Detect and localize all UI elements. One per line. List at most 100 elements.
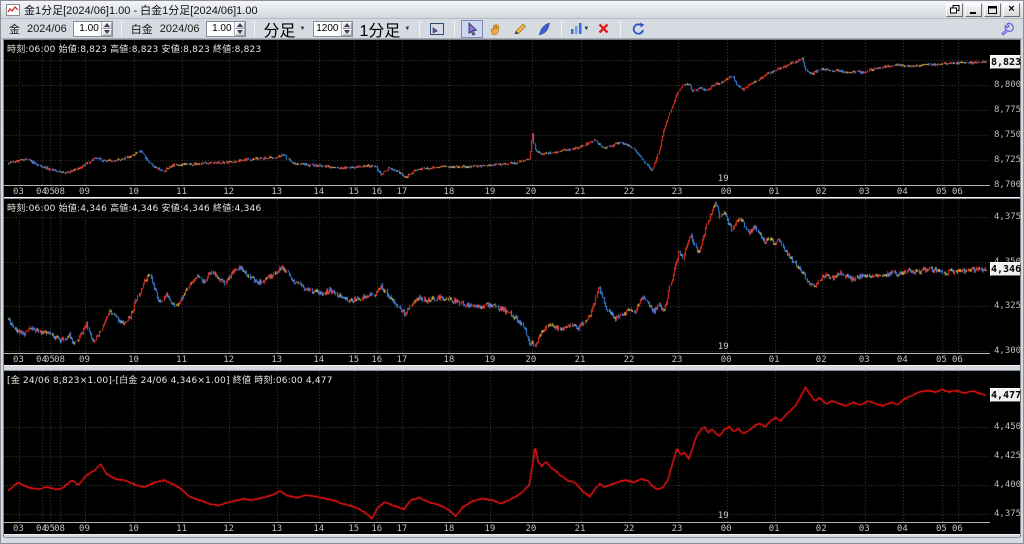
maximize-button[interactable] xyxy=(984,2,1001,17)
gold-current-price-tag: 8,823 xyxy=(990,55,1022,69)
hour-label: 00 xyxy=(720,524,732,534)
hour-label: 08 xyxy=(54,187,65,197)
hour-label: 03 xyxy=(12,355,24,365)
pencil-draw-tool-button[interactable] xyxy=(509,20,531,38)
pen-draw-tool-button[interactable] xyxy=(533,20,555,38)
app-chart-icon xyxy=(6,3,20,16)
toolbar-separator xyxy=(253,20,255,37)
price-tick-label: 4,300 xyxy=(994,346,1022,357)
hour-label: 01 xyxy=(768,187,780,197)
float-window-icon xyxy=(949,5,959,14)
platinum-multiplier-spinner[interactable] xyxy=(205,20,246,37)
close-button[interactable]: × xyxy=(1003,2,1020,17)
pan-hand-icon xyxy=(491,23,500,35)
platinum-multiplier-down-button[interactable] xyxy=(234,28,245,36)
bar-count-down-button[interactable] xyxy=(341,28,352,36)
hour-label: 14 xyxy=(313,355,325,365)
hour-label: 09 xyxy=(79,355,90,365)
gold-contract-month[interactable]: 2024/06 xyxy=(27,23,67,35)
clear-indicator-tool-button[interactable] xyxy=(592,20,614,38)
hour-label: 14 xyxy=(313,187,325,197)
hour-label: 03 xyxy=(858,187,870,197)
hour-label: 11 xyxy=(176,524,187,534)
panel-splitter[interactable] xyxy=(4,534,1020,538)
hour-label: 22 xyxy=(623,355,635,365)
hour-label: 04 xyxy=(896,187,908,197)
price-tick-label: 8,700 xyxy=(994,180,1022,190)
bar-count-input[interactable] xyxy=(313,21,341,36)
settings-wrench-icon xyxy=(1001,22,1014,36)
hour-label: 21 xyxy=(574,187,586,197)
panel-splitter[interactable] xyxy=(4,365,1020,371)
caret-down-icon: ▼ xyxy=(583,25,590,32)
refresh-button[interactable] xyxy=(627,20,649,38)
hour-label: 01 xyxy=(768,355,780,365)
price-tick-label: 4,450 xyxy=(994,421,1022,432)
hour-label: 05 xyxy=(935,187,947,197)
date-change-label: 19 xyxy=(717,342,729,352)
interval-dropdown[interactable]: 1分足 ▼ xyxy=(360,17,411,41)
panel-splitter[interactable] xyxy=(4,197,1020,199)
hour-label: 20 xyxy=(525,355,537,365)
select-cursor-icon xyxy=(468,21,478,35)
hour-label: 00 xyxy=(720,355,732,365)
titlebar[interactable]: 金1分足[2024/06]1.00 - 白金1分足[2024/06]1.00 × xyxy=(1,1,1023,19)
pen-draw-icon xyxy=(539,22,551,35)
hour-label: 15 xyxy=(348,355,360,365)
hour-label: 03 xyxy=(12,524,24,534)
refresh-icon xyxy=(632,22,645,35)
platinum-candlestick-canvas[interactable] xyxy=(4,199,990,353)
caret-down-icon: ▼ xyxy=(404,25,411,32)
indicator-bars-icon xyxy=(571,23,582,34)
platinum-multiplier-up-button[interactable] xyxy=(234,21,245,29)
hour-label: 11 xyxy=(176,355,187,365)
hour-label: 23 xyxy=(671,187,683,197)
maximize-icon xyxy=(988,5,997,14)
hour-label: 03 xyxy=(12,187,24,197)
hour-label: 06 xyxy=(951,355,963,365)
price-tick-label: 8,750 xyxy=(994,130,1022,140)
price-tick-label: 8,800 xyxy=(994,80,1022,90)
platinum-contract-month[interactable]: 2024/06 xyxy=(160,23,200,35)
indicator-bars-tool-button[interactable]: ▼ xyxy=(568,20,590,38)
hour-label: 23 xyxy=(671,524,683,534)
pan-hand-tool-button[interactable] xyxy=(485,20,507,38)
hour-label: 17 xyxy=(396,355,408,365)
price-tick-label: 4,425 xyxy=(994,450,1022,461)
hour-label: 03 xyxy=(858,355,870,365)
hour-label: 16 xyxy=(371,355,383,365)
bar-type-dropdown[interactable]: 分足 ▼ xyxy=(264,17,306,41)
hour-label: 06 xyxy=(951,524,963,534)
up-arrow-icon xyxy=(343,23,350,27)
hour-label: 18 xyxy=(443,355,455,365)
bar-count-up-button[interactable] xyxy=(341,21,352,29)
chart-frame-tool-button[interactable] xyxy=(426,20,448,38)
toolbar-separator xyxy=(419,20,421,37)
hour-label: 17 xyxy=(396,524,408,534)
hour-label: 01 xyxy=(768,524,780,534)
minimize-button[interactable] xyxy=(965,2,982,17)
hour-label: 13 xyxy=(271,355,283,365)
gold-info-line: 時刻:06:00 始値:8,823 高値:8,823 安値:8,823 終値:8… xyxy=(7,45,262,55)
spread-line-canvas[interactable] xyxy=(4,371,990,522)
hour-label: 10 xyxy=(128,524,139,534)
toolbar-separator xyxy=(620,20,622,37)
gold-candlestick-canvas[interactable] xyxy=(4,40,990,185)
select-cursor-tool-button[interactable] xyxy=(461,19,484,38)
hour-label: 10 xyxy=(128,355,139,365)
gold-multiplier-spinner[interactable] xyxy=(72,20,113,37)
down-arrow-icon xyxy=(103,30,110,34)
settings-button[interactable] xyxy=(996,20,1018,38)
platinum-multiplier-input[interactable] xyxy=(206,21,234,36)
date-change-label: 19 xyxy=(717,174,729,184)
gold-multiplier-down-button[interactable] xyxy=(101,28,112,36)
hour-label: 08 xyxy=(54,524,65,534)
float-window-button[interactable] xyxy=(946,2,963,17)
window-title: 金1分足[2024/06]1.00 - 白金1分足[2024/06]1.00 xyxy=(24,4,258,17)
gold-multiplier-input[interactable] xyxy=(73,21,101,36)
gold-multiplier-up-button[interactable] xyxy=(101,21,112,29)
hour-label: 18 xyxy=(443,524,455,534)
bar-count-spinner[interactable] xyxy=(312,20,353,37)
hour-label: 02 xyxy=(815,524,827,534)
price-tick-label: 8,725 xyxy=(994,155,1022,165)
